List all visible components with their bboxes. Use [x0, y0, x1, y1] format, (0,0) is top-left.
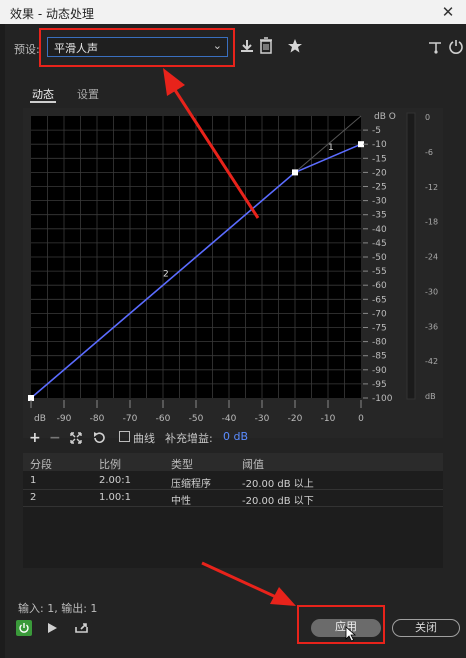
curve-checkbox[interactable] [119, 431, 130, 442]
table-row[interactable]: 1 2.00:1 压缩程序 -20.00 dB 以上 [23, 473, 443, 490]
y-tick-label: -85 [372, 352, 387, 362]
x-tick-label: -10 [321, 414, 336, 424]
meter-tick-label: -6 [425, 148, 433, 157]
table-cell: -20.00 dB 以下 [242, 496, 314, 507]
route-icon[interactable] [428, 40, 442, 54]
y-tick-label: -70 [372, 309, 387, 319]
table-header [23, 453, 443, 471]
save-preset-icon[interactable] [239, 38, 255, 54]
y-tick-label: -35 [372, 211, 387, 221]
y-tick-label: -20 [372, 168, 387, 178]
y-tick-label: -55 [372, 267, 387, 277]
play-icon[interactable] [46, 621, 58, 635]
table-header-ratio: 比例 [99, 458, 121, 471]
favorite-star-icon[interactable] [287, 38, 303, 54]
x-tick-label: -80 [90, 414, 105, 424]
meter-tick-label: -36 [425, 322, 438, 331]
tab-settings[interactable]: 设置 [77, 86, 99, 102]
curve-handle[interactable] [292, 169, 298, 176]
table-cell: 中性 [171, 496, 191, 507]
annotation-highlight-apply [297, 605, 385, 644]
y-tick-label: -75 [372, 324, 387, 334]
io-channels-text: 输入: 1, 输出: 1 [18, 602, 98, 615]
curve-checkbox-label: 曲线 [133, 432, 155, 445]
delete-preset-icon[interactable] [259, 37, 273, 54]
meter-tick-label: 0 [425, 113, 430, 122]
x-tick-label: -20 [288, 414, 303, 424]
table-cell: 压缩程序 [171, 479, 211, 490]
meter-tick-label: -24 [425, 253, 438, 262]
band-table: 分段 比例 类型 阈值 1 2.00:1 压缩程序 -20.00 dB 以上 2… [23, 453, 443, 568]
table-header-type: 类型 [171, 458, 193, 471]
meter-tick-label: -42 [425, 357, 438, 366]
window-close-button[interactable]: ✕ [430, 0, 466, 24]
meter-tick-label: -12 [425, 183, 438, 192]
power-icon[interactable] [448, 38, 464, 54]
x-tick-label: -60 [156, 414, 171, 424]
table-cell: 1 [30, 475, 37, 486]
table-cell: 1.00:1 [99, 492, 131, 503]
y-tick-label: -45 [372, 239, 387, 249]
y-tick-label: -90 [372, 366, 387, 376]
y-tick-label: -10 [372, 140, 387, 150]
y-tick-label: -100 [372, 394, 393, 404]
y-tick-label: -5 [372, 126, 381, 136]
y-tick-label: -30 [372, 197, 387, 207]
y-tick-label: -95 [372, 380, 387, 390]
x-tick-label: -30 [255, 414, 270, 424]
y-tick-label: -15 [372, 154, 387, 164]
y-tick-label: -40 [372, 225, 387, 235]
meter-tick-label: -18 [425, 218, 438, 227]
x-tick-label: 0 [358, 414, 364, 424]
fit-view-icon[interactable] [69, 431, 83, 445]
segment-label-1: 1 [328, 143, 334, 153]
table-header-band: 分段 [30, 458, 52, 471]
table-cell: 2.00:1 [99, 475, 131, 486]
x-tick-label: -70 [123, 414, 138, 424]
annotation-arrow-2 [201, 561, 296, 606]
meter-tick-label: -30 [425, 287, 438, 296]
remove-point-icon[interactable]: − [49, 430, 61, 446]
table-row[interactable]: 2 1.00:1 中性 -20.00 dB 以下 [23, 490, 443, 507]
y-tick-label: -50 [372, 253, 387, 263]
left-edge [0, 24, 5, 658]
preset-label: 预设: [14, 43, 40, 56]
window-title: 效果 - 动态处理 [10, 7, 94, 21]
y-tick-label: -65 [372, 295, 387, 305]
x-tick-label: -50 [189, 414, 204, 424]
graph-axis-title-right: dB O [374, 112, 396, 122]
tab-dynamics-underline [30, 101, 56, 103]
reset-icon[interactable] [92, 431, 106, 445]
close-button[interactable]: 关闭 [392, 619, 460, 637]
power-icon [19, 623, 29, 633]
y-tick-label: -80 [372, 338, 387, 348]
table-cell: -20.00 dB 以上 [242, 479, 314, 490]
x-tick-label: -40 [222, 414, 237, 424]
effect-power-toggle[interactable] [16, 620, 32, 636]
mouse-cursor-icon [345, 626, 357, 642]
makeup-gain-value[interactable]: 0 dB [223, 430, 248, 443]
tab-dynamics[interactable]: 动态 [32, 86, 54, 102]
graph-x-ticks: dB -90 -80 -70 -60 -50 -40 -30 -20 -10 0 [30, 400, 364, 424]
level-meter: 0 -6 -12 -18 -24 -30 -36 -42 dB [406, 112, 438, 401]
y-tick-label: -60 [372, 281, 387, 291]
annotation-arrow-1 [163, 68, 260, 219]
y-tick-label: -25 [372, 183, 387, 193]
add-point-icon[interactable]: + [29, 430, 41, 446]
x-tick-label: dB [34, 414, 46, 424]
makeup-gain-label: 补充增益: [165, 432, 213, 445]
segment-label-2: 2 [163, 270, 169, 280]
table-header-threshold: 阈值 [242, 458, 264, 471]
loop-export-icon[interactable] [74, 621, 90, 635]
table-cell: 2 [30, 492, 37, 503]
graph-y-ticks: -5 -10 -15 -20 -25 -30 -35 -40 -45 -50 -55 -60 -65 -7… [363, 126, 393, 404]
x-tick-label: -90 [57, 414, 72, 424]
meter-tick-label: dB [425, 392, 436, 401]
title-bar: 效果 - 动态处理 [0, 0, 466, 24]
